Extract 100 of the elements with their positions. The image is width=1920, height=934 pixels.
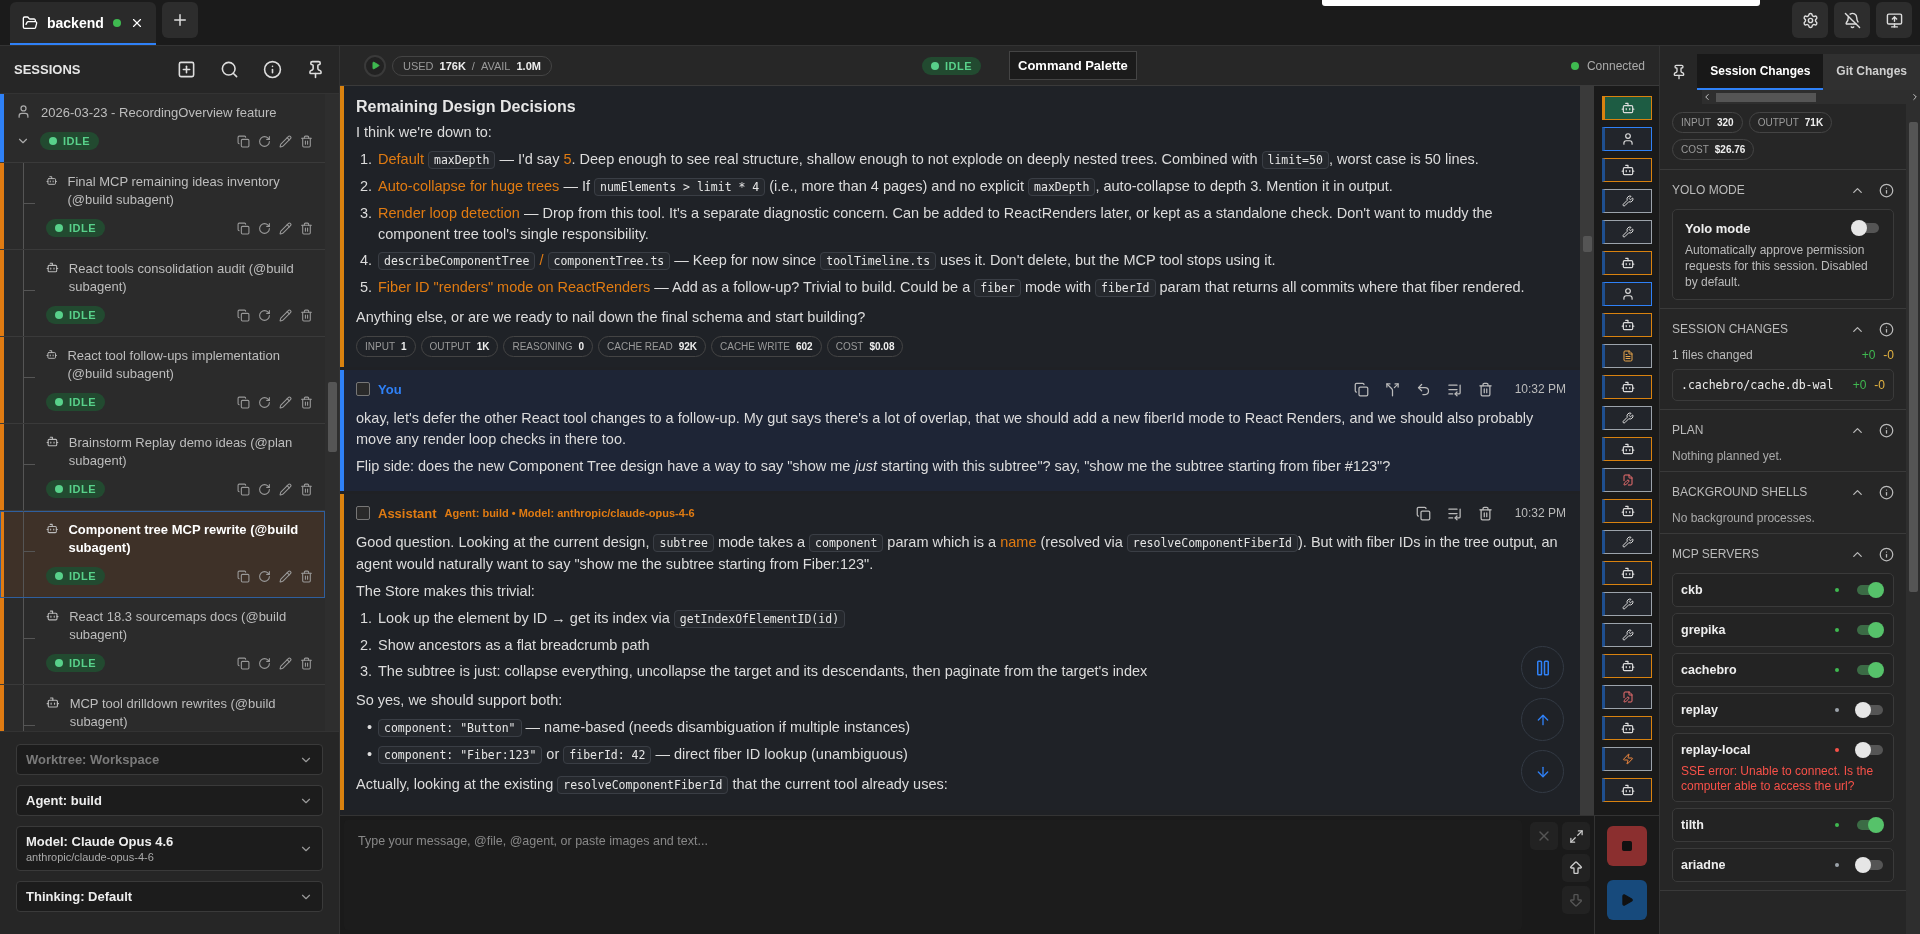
edit-icon[interactable] <box>279 134 292 148</box>
session-item[interactable]: Component tree MCP rewrite (@build subagent) IDLE <box>0 511 325 598</box>
delete-icon[interactable] <box>300 308 313 322</box>
edit-icon[interactable] <box>279 656 292 670</box>
message-checkbox[interactable] <box>356 382 370 396</box>
toggle-switch[interactable] <box>1855 741 1885 759</box>
scrollbar[interactable] <box>1906 104 1920 934</box>
dropdown-select[interactable]: Model: Claude Opus 4.6 anthropic/claude-opus-4-6 <box>16 826 323 871</box>
fork-icon[interactable] <box>1384 381 1400 397</box>
refresh-icon[interactable] <box>258 134 271 148</box>
session-item[interactable]: React tools consolidation audit (@build subagent) IDLE <box>0 250 325 337</box>
edit-icon[interactable] <box>279 221 292 235</box>
toggle-switch[interactable] <box>1855 621 1885 639</box>
copy-icon[interactable] <box>237 482 250 496</box>
settings-button[interactable] <box>1792 2 1828 38</box>
session-item[interactable]: React tool follow-ups implementation (@build subagent) IDLE <box>0 337 325 424</box>
scrollbar-thumb[interactable] <box>1582 236 1592 252</box>
timeline-item[interactable] <box>1601 406 1652 430</box>
timeline-item[interactable] <box>1601 561 1652 585</box>
timeline-item[interactable] <box>1601 220 1652 244</box>
delete-icon[interactable] <box>300 482 313 496</box>
timeline-item[interactable] <box>1601 499 1652 523</box>
history-up-button[interactable] <box>1562 854 1590 882</box>
new-session-button[interactable] <box>177 60 196 79</box>
toggle-switch[interactable] <box>1855 816 1885 834</box>
session-item[interactable]: React 18.3 sourcemaps docs (@build subagent) IDLE <box>0 598 325 685</box>
workspace-tab[interactable]: backend <box>10 2 156 45</box>
scroll-left-icon[interactable] <box>1702 92 1712 102</box>
delete-icon[interactable] <box>300 395 313 409</box>
panel-tab[interactable]: Session Changes <box>1697 54 1824 90</box>
scrollbar-thumb[interactable] <box>327 382 337 452</box>
session-item[interactable]: Brainstorm Replay demo ideas (@plan subagent) IDLE <box>0 424 325 511</box>
info-icon[interactable] <box>1879 182 1894 198</box>
toggle-switch[interactable] <box>1855 661 1885 679</box>
edit-icon[interactable] <box>279 482 292 496</box>
copy-icon[interactable] <box>1353 381 1369 397</box>
command-palette-button[interactable]: Command Palette <box>1009 51 1137 80</box>
scrollbar[interactable] <box>1580 86 1594 815</box>
timeline-item[interactable] <box>1601 127 1652 151</box>
timeline-item[interactable] <box>1601 778 1652 802</box>
edit-icon[interactable] <box>279 395 292 409</box>
timeline-item[interactable] <box>1601 313 1652 337</box>
info-icon[interactable] <box>1879 422 1894 438</box>
timeline-item[interactable] <box>1601 437 1652 461</box>
timeline-item[interactable] <box>1601 251 1652 275</box>
info-icon[interactable] <box>1879 546 1894 562</box>
scrollbar[interactable] <box>325 94 339 731</box>
scrollbar-thumb[interactable] <box>1908 122 1918 592</box>
input-field[interactable] <box>1322 0 1760 6</box>
refresh-icon[interactable] <box>258 569 271 583</box>
session-item[interactable]: Final MCP remaining ideas inventory (@build subagent) IDLE <box>0 163 325 250</box>
copy-icon[interactable] <box>237 656 250 670</box>
pin-button[interactable] <box>306 60 325 79</box>
refresh-icon[interactable] <box>258 308 271 322</box>
timeline-item[interactable] <box>1601 716 1652 740</box>
timeline-item[interactable] <box>1601 623 1652 647</box>
dropdown-select[interactable]: Agent: build <box>16 785 323 816</box>
delete-icon[interactable] <box>300 656 313 670</box>
copy-icon[interactable] <box>237 569 250 583</box>
timeline-item[interactable] <box>1601 282 1652 306</box>
timeline-item[interactable] <box>1601 96 1652 120</box>
copy-icon[interactable] <box>237 221 250 235</box>
message-checkbox[interactable] <box>356 506 370 520</box>
info-icon[interactable] <box>1879 484 1894 500</box>
undo-icon[interactable] <box>1415 381 1431 397</box>
timeline-item[interactable] <box>1601 468 1652 492</box>
toggle-switch[interactable] <box>1851 219 1881 237</box>
delete-icon[interactable] <box>300 221 313 235</box>
delete-icon[interactable] <box>1477 381 1493 397</box>
timeline-item[interactable] <box>1601 530 1652 554</box>
list-icon[interactable] <box>1446 505 1462 521</box>
timeline-item[interactable] <box>1601 375 1652 399</box>
info-icon[interactable] <box>1879 321 1894 337</box>
toggle-switch[interactable] <box>1855 701 1885 719</box>
play-button[interactable] <box>364 54 386 77</box>
refresh-icon[interactable] <box>258 482 271 496</box>
timeline-item[interactable] <box>1601 158 1652 182</box>
refresh-icon[interactable] <box>258 656 271 670</box>
edit-icon[interactable] <box>279 569 292 583</box>
new-tab-button[interactable] <box>161 2 198 38</box>
panel-tab[interactable]: Git Changes <box>1823 54 1920 90</box>
screen-share-button[interactable] <box>1876 2 1912 38</box>
search-button[interactable] <box>220 60 239 79</box>
copy-icon[interactable] <box>237 395 250 409</box>
toggle-switch[interactable] <box>1855 856 1885 874</box>
refresh-icon[interactable] <box>258 221 271 235</box>
timeline-item[interactable] <box>1601 654 1652 678</box>
delete-icon[interactable] <box>300 569 313 583</box>
timeline-item[interactable] <box>1601 592 1652 616</box>
timeline-item[interactable] <box>1601 189 1652 213</box>
timeline-item[interactable] <box>1601 685 1652 709</box>
notifications-off-button[interactable] <box>1834 2 1870 38</box>
session-item[interactable]: MCP tool drilldown rewrites (@build subagent) <box>0 685 325 731</box>
dropdown-select[interactable]: Thinking: Default <box>16 881 323 912</box>
delete-icon[interactable] <box>1477 505 1493 521</box>
toggle-switch[interactable] <box>1855 581 1885 599</box>
copy-icon[interactable] <box>237 134 250 148</box>
session-item[interactable]: 2026-03-23 - RecordingOverview feature IDLE <box>0 94 325 163</box>
horizontal-scrollbar[interactable] <box>1702 90 1920 104</box>
scroll-right-icon[interactable] <box>1910 92 1920 102</box>
